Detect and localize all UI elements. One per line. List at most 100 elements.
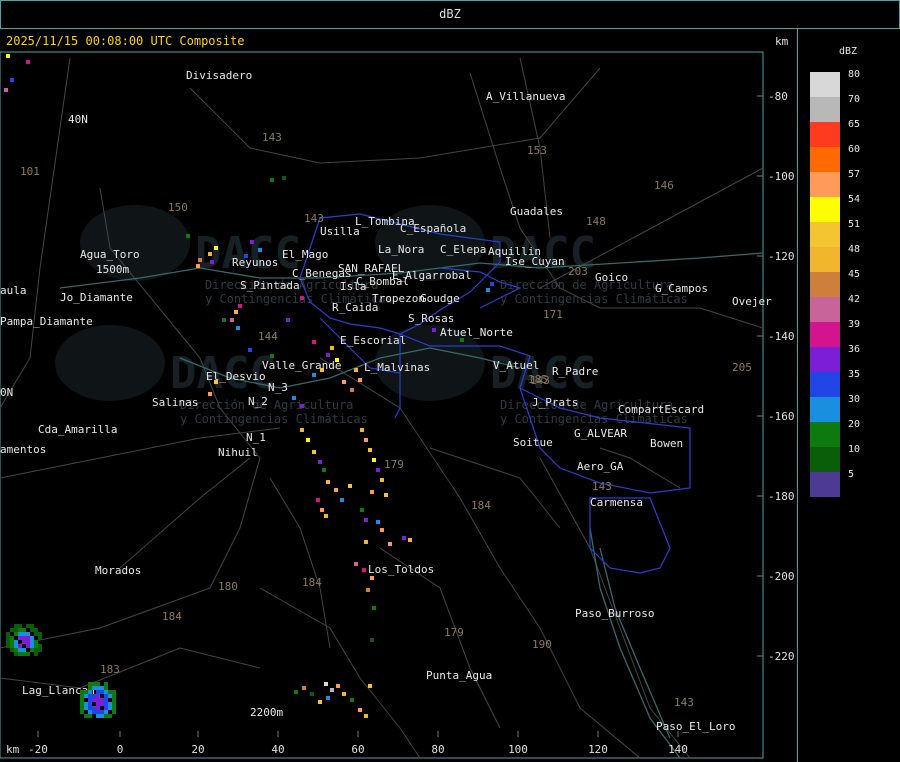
echo-pixel [80,710,84,714]
x-tick-label: 120 [588,743,608,756]
echo-pixel [104,710,108,714]
x-tick-label: 80 [431,743,444,756]
echo-pixel [104,690,108,694]
legend-label: 54 [848,194,860,205]
echo-pixel [88,686,92,690]
echo-pixel [34,652,38,656]
place-label: 0N [0,386,13,399]
echo-pixel [22,632,26,636]
echo-pixel [96,702,100,706]
road-number: 185 [528,373,548,386]
legend-label: 60 [848,144,860,155]
echo-pixel [330,688,334,692]
echo-pixel [364,714,368,718]
echo-pixel [380,528,384,532]
place-label: 1500m [96,263,129,276]
echo-pixel [92,706,96,710]
echo-pixel [96,682,100,686]
echo-pixel [318,700,322,704]
echo-pixel [306,438,310,442]
echo-pixel [340,498,344,502]
echo-pixel [364,540,368,544]
echo-pixel [112,698,116,702]
legend-label: 10 [848,444,860,455]
place-label: Bowen [650,437,683,450]
legend-swatch [810,447,840,472]
watermark-logo [55,325,165,401]
echo-pixel [18,648,22,652]
echo-pixel [100,686,104,690]
echo-pixel [92,686,96,690]
place-label: CompartEscard [618,403,704,416]
echo-pixel [250,240,254,244]
echo-pixel [80,706,84,710]
echo-pixel [88,706,92,710]
place-label: Cda_Amarilla [38,423,117,436]
legend-label: 80 [848,69,860,80]
road-number: 143 [262,131,282,144]
legend-swatch [810,422,840,447]
place-label: Agua_Toro [80,248,140,261]
radar-map[interactable]: DACCDirección de Agriculturay Contingenc… [0,28,797,761]
place-label: Paso_El_Loro [656,720,735,733]
echo-pixel [10,648,14,652]
echo-pixel [104,694,108,698]
echo-pixel [388,542,392,546]
echo-pixel [34,632,38,636]
echo-pixel [108,706,112,710]
echo-pixel [38,632,42,636]
echo-pixel [326,480,330,484]
road-number: 153 [527,144,547,157]
place-label: S_Pintada [240,279,300,292]
echo-pixel [370,576,374,580]
echo-pixel [214,246,218,250]
echo-pixel [38,644,42,648]
place-label: La_Nora [378,243,424,256]
echo-pixel [84,706,88,710]
legend-swatch [810,322,840,347]
echo-pixel [486,288,490,292]
echo-pixel [96,710,100,714]
echo-pixel [96,686,100,690]
echo-pixel [318,460,322,464]
echo-pixel [84,702,88,706]
legend-swatch [810,72,840,97]
place-label: Aero_GA [577,460,624,473]
echo-pixel [26,60,30,64]
road-number: 146 [654,179,674,192]
x-tick-label: 100 [508,743,528,756]
y-tick-label: -180 [768,490,795,503]
echo-pixel [84,690,88,694]
place-label: 2200m [250,706,283,719]
watermark-layer: DACCDirección de Agriculturay Contingenc… [55,205,688,426]
echo-pixel [330,346,334,350]
place-label: G_Campos [655,282,708,295]
echo-pixel [14,648,18,652]
echo-pixel [10,636,14,640]
echo-pixel [88,710,92,714]
place-label: N_2 [248,395,268,408]
echo-pixel [22,652,26,656]
echo-pixel [22,636,26,640]
place-label: Isla [340,280,367,293]
echo-pixel [270,354,274,358]
echo-pixel [26,652,30,656]
echo-pixel [312,373,316,377]
y-tick-label: -140 [768,330,795,343]
echo-pixel [84,694,88,698]
echo-pixel [34,644,38,648]
echo-pixel [88,690,92,694]
echo-pixel [294,690,298,694]
echo-pixel [26,636,30,640]
place-label: N_1 [246,431,266,444]
road-number: 183 [100,663,120,676]
echo-pixel [370,490,374,494]
legend-swatch [810,272,840,297]
place-label: C_Española [400,222,466,235]
echo-pixel [286,318,290,322]
legend-swatch [810,297,840,322]
road-number: 150 [168,201,188,214]
legend-label: 57 [848,169,860,180]
place-label: Ise_Cuyan [505,255,565,268]
dbz-legend: dBZ 80 70 65 60 57 54 51 48 45 42 39 36 35 30 20 10 5 [810,46,860,497]
